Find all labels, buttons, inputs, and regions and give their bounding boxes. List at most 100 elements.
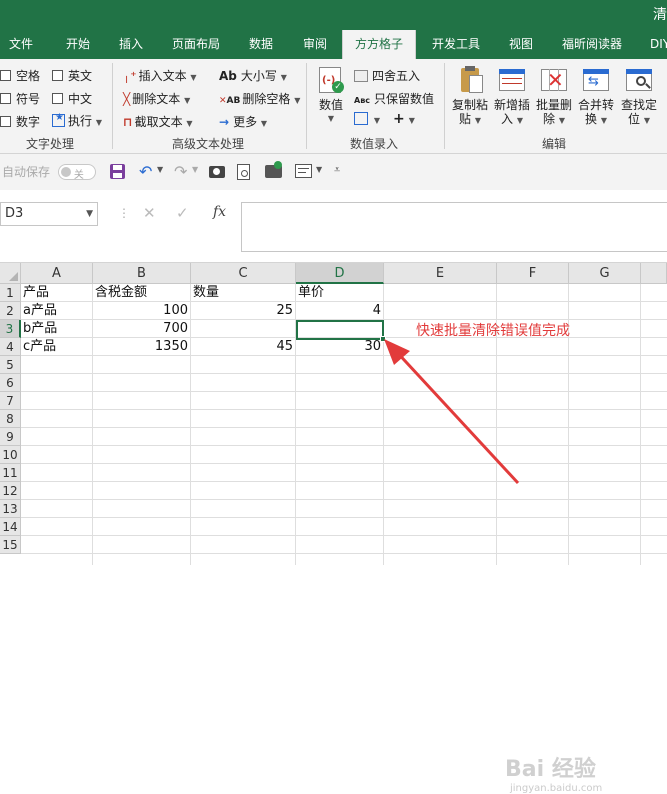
name-box[interactable]: D3 ▼ (0, 202, 98, 226)
customize-qat-icon[interactable]: ⩡ (334, 163, 340, 177)
select-all-button[interactable] (0, 263, 21, 284)
tab-review[interactable]: 审阅 (303, 30, 327, 59)
print-icon[interactable] (265, 161, 282, 178)
merge-convert-button[interactable]: ⇆ 合并转 换 ▼ (576, 65, 616, 128)
row-header-12[interactable]: 12 (0, 482, 21, 500)
group-label-advanced-text: 高级文本处理 (172, 137, 245, 151)
cell-c3[interactable] (191, 320, 296, 338)
chevron-down-icon: ▼ (186, 119, 193, 128)
tab-page-layout[interactable]: 页面布局 (172, 30, 220, 59)
tab-file[interactable]: 文件 (9, 30, 33, 59)
insert-function-button[interactable]: fx (213, 204, 226, 220)
cell-a1[interactable]: 产品 (21, 284, 93, 302)
tab-foxit-reader[interactable]: 福昕阅读器 (562, 30, 622, 59)
cell-d2[interactable]: 4 (296, 302, 384, 320)
arrow-right-icon: → (219, 115, 230, 129)
cell-a3[interactable]: b产品 (21, 320, 93, 338)
cell-c2[interactable]: 25 (191, 302, 296, 320)
row-header-11[interactable]: 11 (0, 464, 21, 482)
more-button[interactable]: → 更多 ▼ (219, 113, 267, 130)
checkbox-space[interactable]: 空格 (0, 67, 40, 84)
insert-text-button[interactable]: ╷⁺ 插入文本 ▼ (123, 67, 197, 84)
redo-icon[interactable]: ↷ (174, 162, 187, 181)
print-preview-icon[interactable] (237, 164, 250, 180)
form-icon[interactable] (295, 164, 312, 178)
row-header-2[interactable]: 2 (0, 302, 21, 320)
cell-b4[interactable]: 1350 (93, 338, 191, 356)
chevron-down-icon: ▼ (643, 116, 650, 125)
row-header-7[interactable]: 7 (0, 392, 21, 410)
column-header-a[interactable]: A (21, 263, 93, 284)
chevron-down-icon: ▼ (95, 118, 102, 127)
cell-c1[interactable]: 数量 (191, 284, 296, 302)
chevron-down-icon[interactable]: ▼ (192, 165, 198, 174)
column-header-c[interactable]: C (191, 263, 296, 284)
checkbox-symbol[interactable]: 符号 (0, 90, 40, 107)
row-header-5[interactable]: 5 (0, 356, 21, 374)
keep-value-button[interactable]: Aʙᴄ 只保留数值 (354, 90, 434, 107)
extract-text-button[interactable]: ⊓ 截取文本 ▼ (123, 113, 193, 130)
find-locate-button[interactable]: 查找定 位 ▼ (618, 65, 660, 128)
chevron-down-icon: ▼ (474, 116, 481, 125)
row-header-14[interactable]: 14 (0, 518, 21, 536)
round-button[interactable]: 四舍五入 (354, 67, 420, 84)
chevron-down-icon[interactable]: ▼ (86, 203, 93, 225)
batch-delete-button[interactable]: ✕ 批量删 除 ▼ (534, 65, 574, 128)
tab-diy[interactable]: DIY (650, 30, 667, 59)
column-header-b[interactable]: B (93, 263, 191, 284)
numeric-button[interactable]: (-) ✓ 数值 ▼ (312, 65, 350, 126)
save-icon[interactable] (110, 164, 125, 179)
row-header-8[interactable]: 8 (0, 410, 21, 428)
tab-insert[interactable]: 插入 (119, 30, 143, 59)
delete-space-button[interactable]: ✕AB 删除空格 ▼ (219, 90, 300, 107)
autosave-label: 自动保存 (2, 165, 51, 179)
add-dropdown-button[interactable]: + ▼ (393, 111, 415, 127)
undo-icon[interactable]: ↶ (139, 162, 152, 181)
tab-data[interactable]: 数据 (249, 30, 273, 59)
row-header-10[interactable]: 10 (0, 446, 21, 464)
checkbox-number[interactable]: 数字 (0, 113, 40, 130)
chevron-down-icon[interactable]: ▼ (157, 165, 163, 174)
row-header-15[interactable]: 15 (0, 536, 21, 554)
tab-fangfang-gezi[interactable]: 方方格子 (342, 30, 416, 59)
delete-text-button[interactable]: ╳ 删除文本 ▼ (123, 90, 190, 107)
column-header-e[interactable]: E (384, 263, 497, 284)
cell-d1[interactable]: 单价 (296, 284, 384, 302)
cell-b3[interactable]: 700 (93, 320, 191, 338)
tab-home[interactable]: 开始 (66, 30, 90, 59)
cell-b1[interactable]: 含税金额 (93, 284, 191, 302)
column-header-d[interactable]: D (296, 263, 384, 284)
cell-a2[interactable]: a产品 (21, 302, 93, 320)
row-header-9[interactable]: 9 (0, 428, 21, 446)
case-button[interactable]: Ab 大小写 ▼ (219, 67, 287, 84)
camera-icon[interactable] (209, 166, 225, 178)
checkbox-chinese[interactable]: 中文 (52, 90, 92, 107)
autosave-toggle[interactable]: 自动保存 关 (2, 163, 96, 181)
cancel-icon[interactable]: ✕ (143, 204, 156, 222)
new-insert-button[interactable]: 新增插 入 ▼ (492, 65, 532, 128)
row-header-4[interactable]: 4 (0, 338, 21, 356)
cell-a4[interactable]: c产品 (21, 338, 93, 356)
column-header-h[interactable] (641, 263, 667, 284)
cell-b2[interactable]: 100 (93, 302, 191, 320)
tab-developer[interactable]: 开发工具 (432, 30, 480, 59)
tab-view[interactable]: 视图 (509, 30, 533, 59)
chevron-down-icon: ▼ (260, 119, 268, 128)
toggle-switch[interactable]: 关 (57, 164, 96, 181)
row-header-1[interactable]: 1 (0, 284, 21, 302)
checkbox-english[interactable]: 英文 (52, 67, 92, 84)
group-label-text-processing: 文字处理 (26, 137, 75, 151)
confirm-icon[interactable]: ✓ (176, 204, 189, 222)
row-header-6[interactable]: 6 (0, 374, 21, 392)
row-header-13[interactable]: 13 (0, 500, 21, 518)
column-header-g[interactable]: G (569, 263, 641, 284)
edit-dropdown-button[interactable]: ▼ (354, 112, 380, 126)
copy-paste-button[interactable]: 复制粘 贴 ▼ (450, 65, 490, 128)
cell-c4[interactable]: 45 (191, 338, 296, 356)
column-header-f[interactable]: F (497, 263, 569, 284)
execute-button[interactable]: ★ 执行 ▼ (52, 112, 102, 129)
chevron-down-icon[interactable]: ▼ (316, 165, 322, 174)
row-header-3[interactable]: 3 (0, 320, 21, 338)
checkbox-icon (52, 70, 63, 81)
formula-input[interactable] (241, 202, 667, 252)
